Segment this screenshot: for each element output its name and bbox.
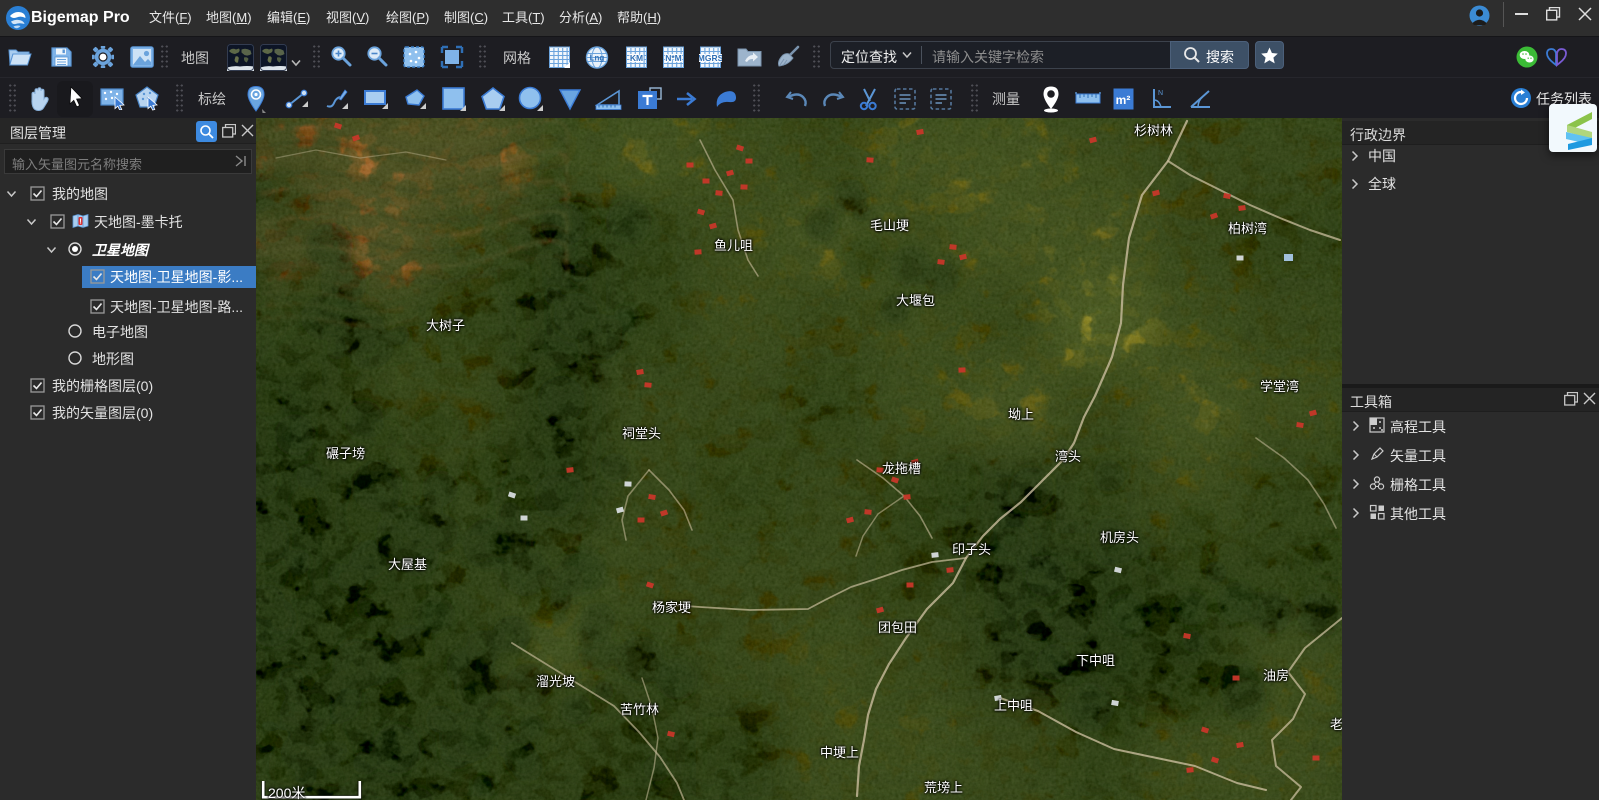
svg-text:N: N [1158,90,1163,97]
svg-text:!: ! [79,219,81,226]
svg-text:MGRS: MGRS [699,53,722,63]
svg-text:Lng: Lng [590,54,605,63]
svg-text:m²: m² [1116,93,1131,107]
svg-text:KM: KM [630,53,643,63]
svg-text:N*M: N*M [665,53,682,63]
